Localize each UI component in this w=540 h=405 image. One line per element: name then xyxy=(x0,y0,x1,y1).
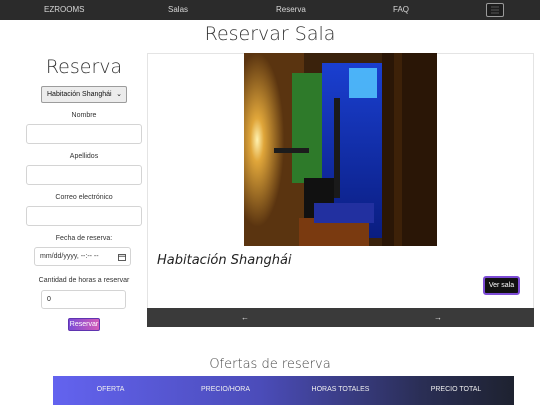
offers-title: Ofertas de reserva xyxy=(209,357,331,372)
nombre-label: Nombre xyxy=(71,112,97,119)
email-input[interactable] xyxy=(26,206,142,226)
column-header-precio-hora: PRECIO/HORA xyxy=(200,386,250,393)
top-navbar: EZROOMS Salas Reserva FAQ xyxy=(0,0,540,20)
brand-link[interactable]: EZROOMS xyxy=(44,0,84,20)
slide-title: Habitación Shanghái xyxy=(157,253,292,268)
room-select[interactable]: Habitación Shanghái ⌄ xyxy=(41,86,127,103)
email-label: Correo electrónico xyxy=(55,194,113,201)
reservar-button[interactable]: Reservar xyxy=(68,318,100,331)
nav-link-reserva[interactable]: Reserva xyxy=(276,0,306,20)
chevron-down-icon: ⌄ xyxy=(116,91,122,98)
fecha-input[interactable]: mm/dd/yyyy, --:-- -- xyxy=(34,247,131,266)
offers-table-header: OFERTA PRECIO/HORA HORAS TOTALES PRECIO … xyxy=(53,376,514,405)
ver-sala-button[interactable]: Ver sala xyxy=(483,276,520,295)
fecha-label: Fecha de reserva: xyxy=(55,235,113,242)
calendar-icon xyxy=(118,254,126,261)
room-select-value: Habitación Shanghái xyxy=(47,91,112,98)
carousel-prev-button[interactable]: ← xyxy=(241,308,249,327)
nombre-input[interactable] xyxy=(26,124,142,144)
room-photo xyxy=(244,53,437,246)
page-title: Reservar Sala xyxy=(204,23,336,45)
column-header-oferta: OFERTA xyxy=(96,386,125,393)
carousel-next-button[interactable]: → xyxy=(434,308,442,327)
apellidos-input[interactable] xyxy=(26,165,142,185)
navbar-toggle-button[interactable] xyxy=(486,3,504,17)
nav-link-salas[interactable]: Salas xyxy=(168,0,188,20)
horas-label: Cantidad de horas a reservar xyxy=(38,277,130,284)
nav-link-faq[interactable]: FAQ xyxy=(393,0,409,20)
column-header-horas-totales: HORAS TOTALES xyxy=(311,386,370,393)
carousel-controls: ← → xyxy=(147,308,534,327)
horas-input[interactable]: 0 xyxy=(41,290,126,309)
hamburger-menu-icon xyxy=(491,6,499,14)
fecha-placeholder: mm/dd/yyyy, --:-- -- xyxy=(40,253,99,260)
column-header-precio-total: PRECIO TOTAL xyxy=(430,386,482,393)
form-title: Reserva xyxy=(45,56,123,78)
apellidos-label: Apellidos xyxy=(69,153,99,160)
